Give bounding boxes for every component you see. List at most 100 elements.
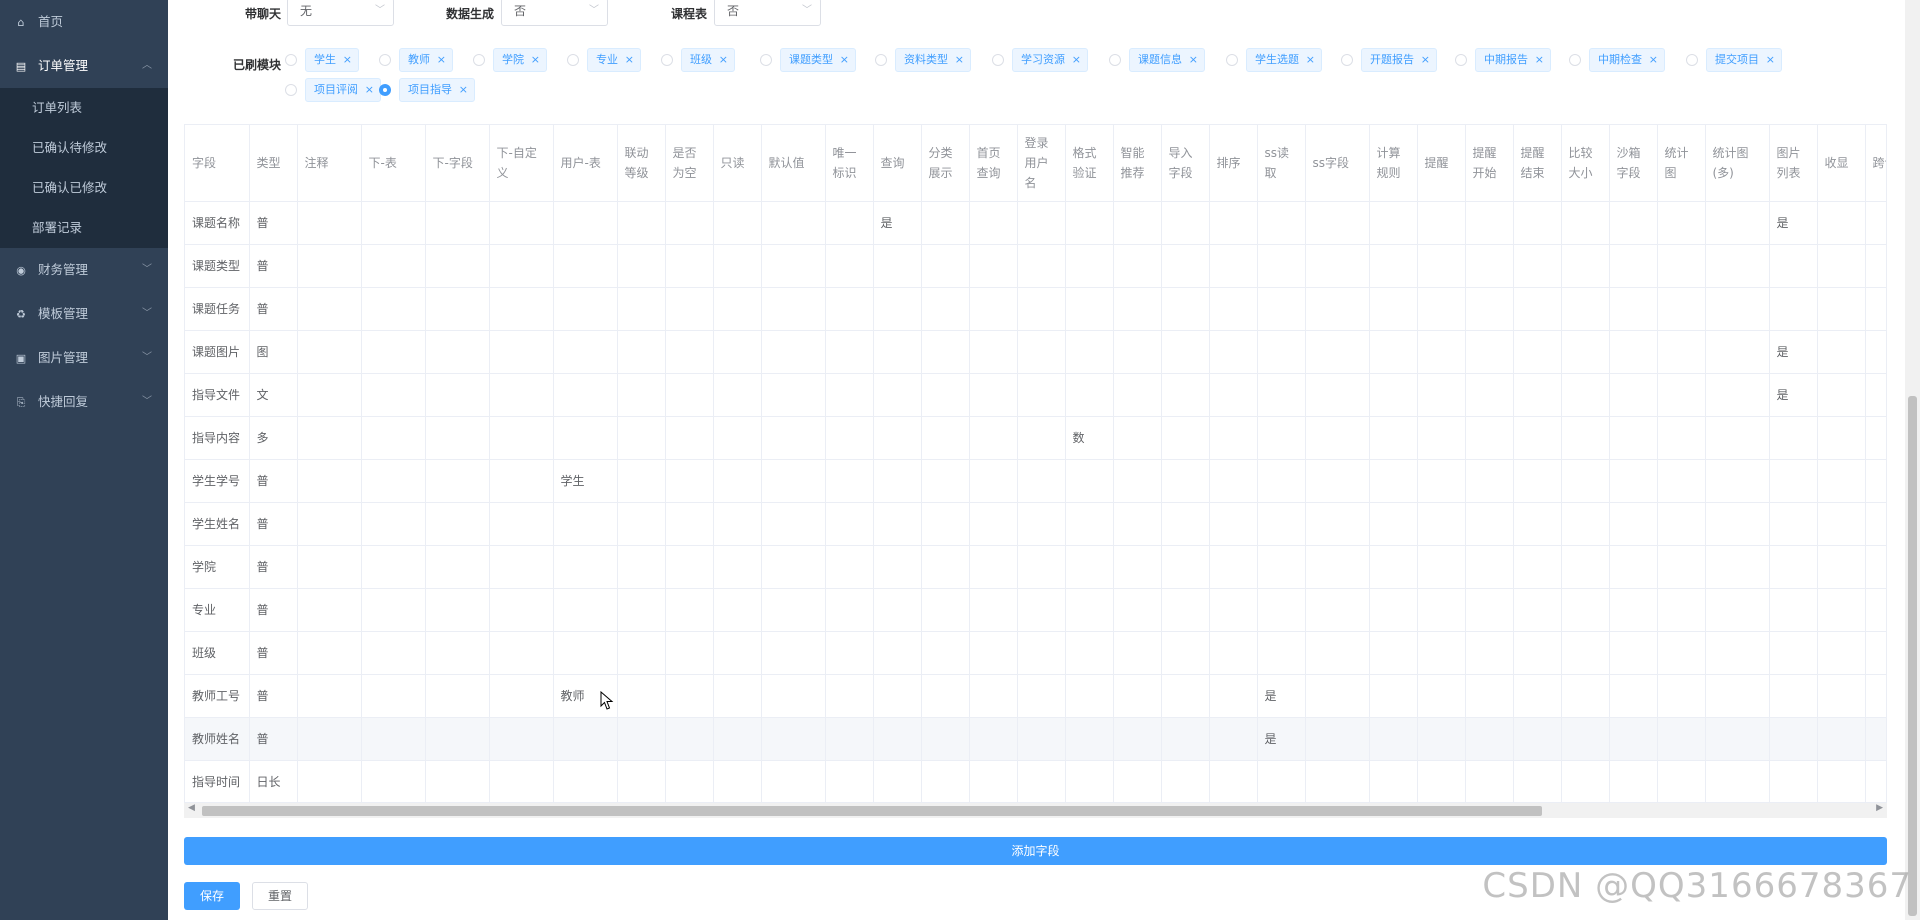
table-cell[interactable] bbox=[1561, 330, 1610, 374]
horizontal-scrollbar[interactable]: ◀ ▶ bbox=[184, 802, 1887, 818]
close-icon[interactable]: × bbox=[1421, 49, 1430, 71]
table-cell[interactable] bbox=[1209, 287, 1258, 331]
table-cell[interactable] bbox=[425, 588, 490, 632]
table-cell[interactable] bbox=[297, 287, 362, 331]
table-cell[interactable] bbox=[1513, 631, 1562, 675]
table-cell[interactable] bbox=[1113, 545, 1162, 589]
module-radio[interactable] bbox=[992, 54, 1004, 66]
table-cell[interactable] bbox=[1865, 674, 1886, 718]
table-cell[interactable]: 普 bbox=[249, 502, 298, 546]
module-radio[interactable] bbox=[379, 84, 391, 96]
table-cell[interactable] bbox=[873, 588, 922, 632]
table-cell[interactable]: 普 bbox=[249, 545, 298, 589]
table-cell[interactable] bbox=[361, 502, 426, 546]
table-cell[interactable] bbox=[297, 717, 362, 761]
table-cell[interactable] bbox=[1113, 459, 1162, 503]
table-cell[interactable] bbox=[1369, 502, 1418, 546]
table-cell[interactable] bbox=[825, 545, 874, 589]
table-cell[interactable] bbox=[1561, 244, 1610, 288]
table-cell[interactable] bbox=[1161, 674, 1210, 718]
table-cell[interactable] bbox=[1209, 330, 1258, 374]
table-cell[interactable] bbox=[1369, 674, 1418, 718]
table-cell[interactable] bbox=[1161, 502, 1210, 546]
table-cell[interactable] bbox=[873, 373, 922, 417]
table-cell[interactable] bbox=[361, 545, 426, 589]
table-cell[interactable] bbox=[1113, 760, 1162, 804]
table-cell[interactable] bbox=[1465, 717, 1514, 761]
table-cell[interactable] bbox=[969, 416, 1018, 460]
sidebar-item-templates[interactable]: ♻ 模板管理 ﹀ bbox=[0, 292, 168, 336]
table-cell[interactable] bbox=[1865, 244, 1886, 288]
table-cell[interactable] bbox=[761, 502, 826, 546]
table-cell[interactable] bbox=[1513, 416, 1562, 460]
table-cell[interactable] bbox=[297, 459, 362, 503]
table-row[interactable]: 课题任务普 bbox=[185, 287, 1886, 331]
table-cell[interactable] bbox=[425, 287, 490, 331]
close-icon[interactable]: × bbox=[365, 79, 374, 101]
table-cell[interactable] bbox=[1417, 201, 1466, 245]
table-cell[interactable] bbox=[1305, 760, 1370, 804]
table-cell[interactable] bbox=[1161, 201, 1210, 245]
table-cell[interactable] bbox=[1561, 416, 1610, 460]
table-cell[interactable] bbox=[1017, 459, 1066, 503]
table-cell[interactable] bbox=[1705, 502, 1770, 546]
table-cell[interactable] bbox=[361, 244, 426, 288]
table-cell[interactable] bbox=[761, 459, 826, 503]
table-cell[interactable] bbox=[1561, 287, 1610, 331]
close-icon[interactable]: × bbox=[343, 49, 352, 71]
table-cell[interactable]: 课题名称 bbox=[185, 201, 250, 245]
table-cell[interactable] bbox=[425, 717, 490, 761]
table-cell[interactable] bbox=[1065, 373, 1114, 417]
table-cell[interactable] bbox=[969, 502, 1018, 546]
table-cell[interactable] bbox=[873, 760, 922, 804]
table-cell[interactable] bbox=[1609, 631, 1658, 675]
table-cell[interactable] bbox=[1209, 545, 1258, 589]
table-cell[interactable] bbox=[1417, 674, 1466, 718]
table-cell[interactable] bbox=[1561, 502, 1610, 546]
table-cell[interactable] bbox=[1817, 416, 1866, 460]
table-cell[interactable]: 课题图片 bbox=[185, 330, 250, 374]
table-cell[interactable] bbox=[921, 760, 970, 804]
table-cell[interactable] bbox=[361, 717, 426, 761]
table-cell[interactable] bbox=[1817, 760, 1866, 804]
table-cell[interactable] bbox=[1113, 244, 1162, 288]
table-cell[interactable] bbox=[1817, 244, 1866, 288]
close-icon[interactable]: × bbox=[1306, 49, 1315, 71]
module-radio[interactable] bbox=[661, 54, 673, 66]
table-cell[interactable] bbox=[1513, 244, 1562, 288]
close-icon[interactable]: × bbox=[459, 79, 468, 101]
table-cell[interactable]: 是 bbox=[1257, 717, 1306, 761]
table-cell[interactable] bbox=[553, 588, 618, 632]
table-cell[interactable] bbox=[1465, 502, 1514, 546]
sidebar-item-images[interactable]: ▣ 图片管理 ﹀ bbox=[0, 336, 168, 380]
close-icon[interactable]: × bbox=[1766, 49, 1775, 71]
table-cell[interactable] bbox=[1561, 545, 1610, 589]
table-cell[interactable] bbox=[665, 717, 714, 761]
table-cell[interactable]: 是 bbox=[1769, 330, 1818, 374]
table-cell[interactable] bbox=[1161, 459, 1210, 503]
table-cell[interactable] bbox=[921, 502, 970, 546]
table-row[interactable]: 教师工号普教师是 bbox=[185, 674, 1886, 718]
table-cell[interactable] bbox=[1561, 631, 1610, 675]
table-cell[interactable] bbox=[1161, 373, 1210, 417]
table-cell[interactable]: 文 bbox=[249, 373, 298, 417]
datagen-select[interactable]: 否 ﹀ bbox=[501, 0, 608, 26]
table-cell[interactable] bbox=[297, 674, 362, 718]
table-cell[interactable] bbox=[1417, 373, 1466, 417]
table-cell[interactable] bbox=[761, 760, 826, 804]
table-cell[interactable] bbox=[297, 502, 362, 546]
table-cell[interactable]: 课题任务 bbox=[185, 287, 250, 331]
table-cell[interactable] bbox=[617, 416, 666, 460]
table-cell[interactable] bbox=[969, 201, 1018, 245]
table-cell[interactable] bbox=[1017, 201, 1066, 245]
table-cell[interactable] bbox=[713, 416, 762, 460]
table-cell[interactable] bbox=[425, 330, 490, 374]
table-cell[interactable] bbox=[361, 588, 426, 632]
table-cell[interactable] bbox=[1769, 416, 1818, 460]
table-cell[interactable] bbox=[665, 631, 714, 675]
table-cell[interactable] bbox=[1465, 674, 1514, 718]
table-cell[interactable] bbox=[921, 545, 970, 589]
table-cell[interactable] bbox=[1817, 631, 1866, 675]
table-cell[interactable] bbox=[921, 717, 970, 761]
table-cell[interactable]: 是 bbox=[1769, 201, 1818, 245]
